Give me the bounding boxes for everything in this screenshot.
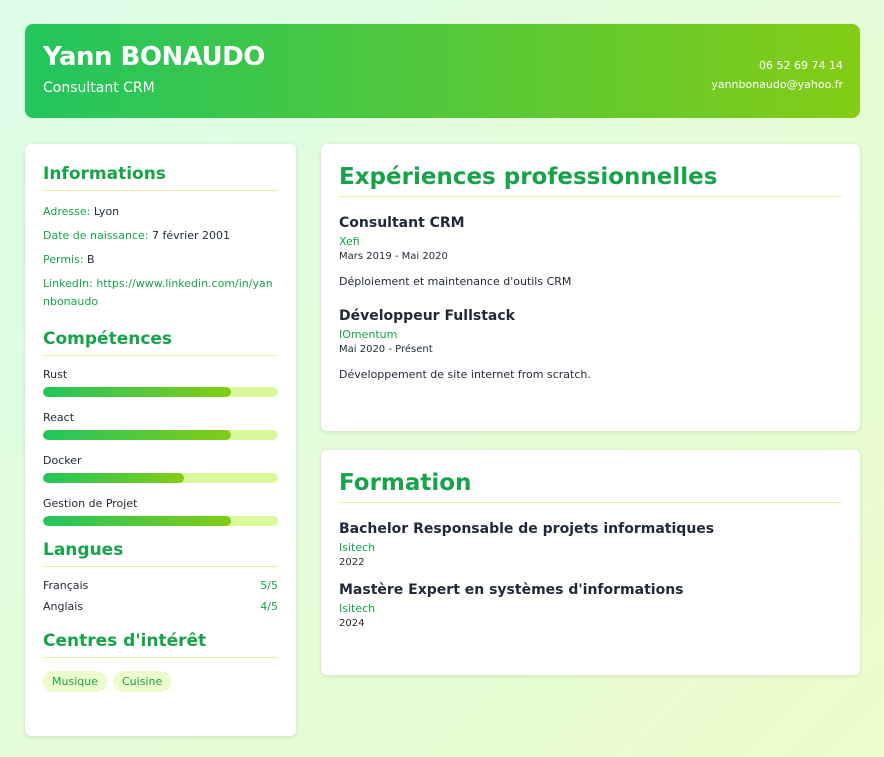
year: 2022 — [339, 557, 365, 568]
language-name: Français — [43, 579, 89, 592]
skill-bar-fill — [43, 473, 184, 483]
languages-title: Langues — [43, 540, 278, 567]
degree: Bachelor Responsable de projets informat… — [339, 521, 715, 537]
skill-bar-fill — [43, 430, 231, 440]
value: Lyon — [93, 205, 120, 218]
job-title: Consultant CRM — [339, 215, 465, 231]
email[interactable]: yannbonaudo@yahoo.fr — [711, 75, 843, 94]
value: 7 février 2001 — [152, 229, 231, 242]
interest-tag: Cuisine — [112, 671, 172, 692]
label: Date de naissance: — [43, 229, 149, 242]
education-item: Bachelor Responsable de projets informat… — [339, 521, 842, 568]
school: Isitech — [339, 541, 376, 554]
info-birthdate: Date de naissance: 7 février 2001 — [43, 227, 278, 245]
skill-name: Rust — [43, 368, 68, 381]
job-title: Développeur Fullstack — [339, 308, 515, 324]
education-title: Formation — [339, 470, 842, 503]
label: LinkedIn: — [43, 277, 93, 290]
contact: 06 52 69 74 14 yannbonaudo@yahoo.fr — [711, 56, 843, 94]
header: Yann BONAUDO Consultant CRM 06 52 69 74 … — [25, 24, 860, 118]
sidebar-card: Informations Adresse: Lyon Date de naiss… — [25, 144, 296, 736]
skill-bar — [43, 387, 278, 397]
dates: Mars 2019 - Mai 2020 — [339, 251, 448, 262]
education-item: Mastère Expert en systèmes d'information… — [339, 582, 842, 629]
label: Adresse: — [43, 205, 91, 218]
label: Permis: — [43, 253, 84, 266]
info-address: Adresse: Lyon — [43, 203, 278, 221]
company: IOmentum — [339, 328, 398, 341]
skills-title: Compétences — [43, 329, 278, 356]
year: 2024 — [339, 618, 365, 629]
interests-title: Centres d'intérêt — [43, 631, 278, 658]
info-linkedin: LinkedIn: https://www.linkedin.com/in/ya… — [43, 275, 278, 311]
degree: Mastère Expert en systèmes d'information… — [339, 582, 684, 598]
language-item: Anglais 4/5 — [43, 600, 278, 613]
dates: Mai 2020 - Présent — [339, 344, 433, 355]
experience-title: Expériences professionnelles — [339, 164, 842, 197]
school: Isitech — [339, 602, 376, 615]
interest-tag: Musique — [43, 671, 107, 692]
skill-name: React — [43, 411, 75, 424]
experience-card: Expériences professionnelles Consultant … — [321, 144, 860, 431]
education-card: Formation Bachelor Responsable de projet… — [321, 450, 860, 675]
info-license: Permis: B — [43, 251, 278, 269]
skill-bar-fill — [43, 387, 231, 397]
experience-item: Consultant CRM Xefi Mars 2019 - Mai 2020… — [339, 215, 842, 288]
phone[interactable]: 06 52 69 74 14 — [711, 56, 843, 75]
skill-name: Docker — [43, 454, 82, 467]
skill-bar — [43, 473, 278, 483]
skill-bar-fill — [43, 516, 231, 526]
language-level: 5/5 — [260, 579, 278, 592]
value: B — [87, 253, 95, 266]
info-title: Informations — [43, 164, 278, 191]
language-item: Français 5/5 — [43, 579, 278, 592]
experience-item: Développeur Fullstack IOmentum Mai 2020 … — [339, 308, 842, 381]
description: Développement de site internet from scra… — [339, 368, 591, 381]
skill-name: Gestion de Projet — [43, 497, 138, 510]
skill-bar — [43, 516, 278, 526]
language-name: Anglais — [43, 600, 84, 613]
language-level: 4/5 — [260, 600, 278, 613]
company: Xefi — [339, 235, 360, 248]
skill-bar — [43, 430, 278, 440]
description: Déploiement et maintenance d'outils CRM — [339, 275, 572, 288]
